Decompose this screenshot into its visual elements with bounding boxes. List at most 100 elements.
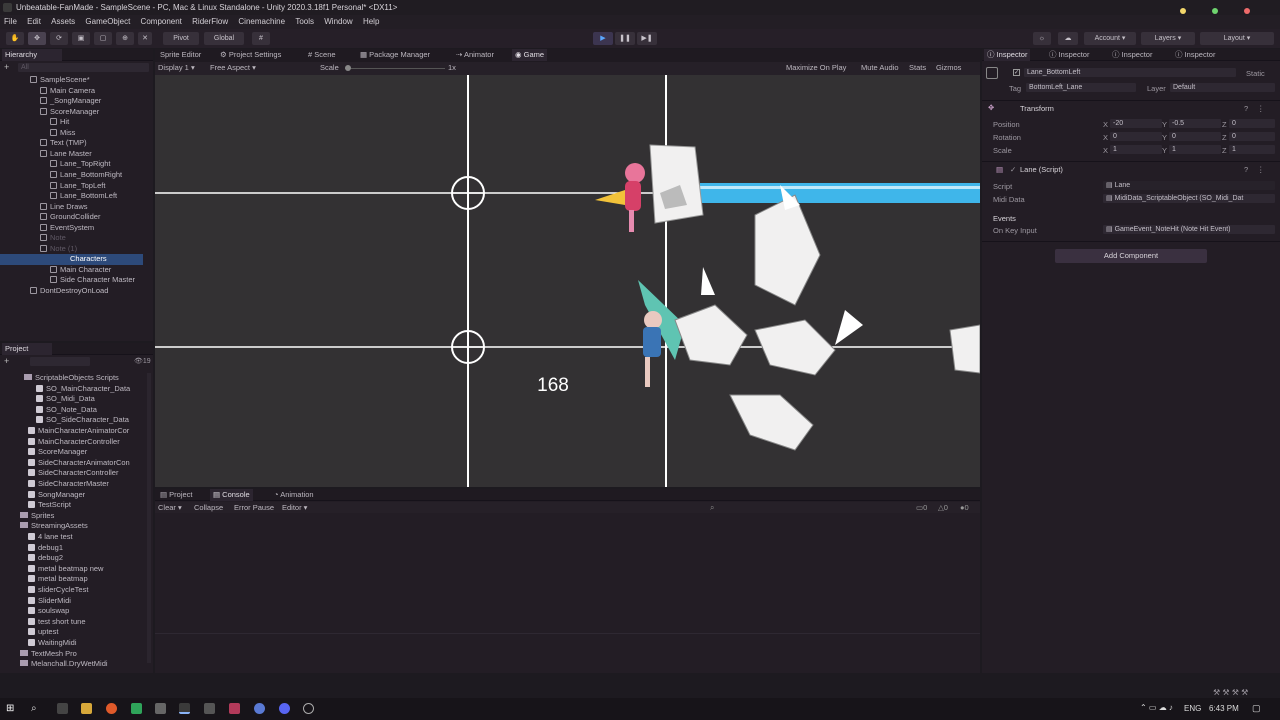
create-asset-icon[interactable]: +: [4, 357, 9, 366]
cloud-icon[interactable]: ☁: [1058, 32, 1078, 45]
project-item[interactable]: MainCharacterController: [28, 437, 120, 448]
unity-hub-icon[interactable]: [155, 703, 166, 714]
project-search-input[interactable]: [30, 357, 90, 366]
pause-button[interactable]: ❚❚: [615, 32, 635, 45]
maximize-on-play-toggle[interactable]: Maximize On Play: [783, 62, 849, 74]
project-item[interactable]: SO_Note_Data: [36, 405, 97, 416]
layer-dropdown[interactable]: Default: [1170, 83, 1275, 92]
maximize-button[interactable]: [1211, 8, 1218, 14]
hierarchy-item[interactable]: Lane_TopLeft: [50, 181, 105, 192]
hierarchy-item[interactable]: Line Draws: [40, 202, 88, 213]
scale-tool-icon[interactable]: ▣: [72, 32, 90, 45]
menu-help[interactable]: Help: [363, 15, 379, 29]
rotate-tool-icon[interactable]: ⟳: [50, 32, 68, 45]
console-error-pause-toggle[interactable]: Error Pause: [231, 502, 277, 514]
transform-header[interactable]: ✥ Transform ? ⋮: [982, 102, 1280, 115]
clock[interactable]: 6:43 PM: [1209, 704, 1239, 713]
tray-icons[interactable]: ⌃ ▭ ☁ ♪: [1140, 703, 1173, 712]
hierarchy-item[interactable]: ScoreManager: [40, 107, 99, 118]
status-icons[interactable]: ⚒ ⚒ ⚒ ⚒: [1213, 688, 1248, 697]
console-log-count[interactable]: ▭0: [913, 502, 930, 514]
project-item[interactable]: metal beatmap: [28, 574, 88, 585]
project-item[interactable]: sliderCycleTest: [28, 585, 88, 596]
project-item[interactable]: SO_SideCharacter_Data: [36, 415, 129, 426]
obs-icon[interactable]: [303, 703, 314, 714]
scale-y-input[interactable]: 1: [1169, 145, 1221, 154]
position-y-input[interactable]: -0.5: [1169, 119, 1221, 128]
position-z-input[interactable]: 0: [1229, 119, 1275, 128]
project-item[interactable]: Melanchall.DryWetMidi: [20, 659, 108, 670]
tab-animation[interactable]: ◔ Animation: [271, 489, 317, 501]
project-item[interactable]: SO_MainCharacter_Data: [36, 384, 130, 395]
tab-scene[interactable]: # Scene: [305, 49, 339, 61]
project-item[interactable]: TestScript: [28, 500, 71, 511]
hierarchy-item[interactable]: EventSystem: [40, 223, 94, 234]
tab-project-settings[interactable]: ⚙ Project Settings: [217, 49, 284, 61]
hierarchy-item[interactable]: DontDestroyOnLoad: [30, 286, 108, 297]
position-x-input[interactable]: -20: [1110, 119, 1162, 128]
tab-hierarchy[interactable]: Hierarchy: [2, 49, 62, 61]
hierarchy-item[interactable]: Lane_BottomRight: [50, 170, 122, 181]
tab-inspector-2[interactable]: ⓘ Inspector: [1046, 49, 1092, 61]
project-item[interactable]: ScriptableObjects Scripts: [24, 373, 119, 384]
midi-data-field[interactable]: ▤ MidiData_ScriptableObject (SO_Midi_Dat: [1103, 194, 1275, 203]
rect-tool-icon[interactable]: ▢: [94, 32, 112, 45]
console-search-icon[interactable]: ⌕: [710, 503, 714, 513]
gizmos-dropdown[interactable]: Gizmos: [933, 62, 964, 74]
mute-audio-toggle[interactable]: Mute Audio: [858, 62, 902, 74]
project-item[interactable]: WaitingMidi: [28, 638, 76, 649]
tab-console[interactable]: ▤ Console: [210, 489, 253, 501]
project-item[interactable]: metal beatmap new: [28, 564, 103, 575]
hierarchy-item[interactable]: Characters: [0, 254, 143, 265]
project-item[interactable]: SliderMidi: [28, 596, 71, 607]
hand-tool-icon[interactable]: ✋: [6, 32, 24, 45]
project-item[interactable]: SongManager: [28, 490, 85, 501]
layout-dropdown[interactable]: Layout ▾: [1200, 32, 1274, 45]
tab-project[interactable]: Project: [2, 343, 52, 355]
hierarchy-item[interactable]: Lane_BottomLeft: [50, 191, 117, 202]
project-item[interactable]: MainCharacterAnimatorCor: [28, 426, 129, 437]
lane-script-header[interactable]: ▤ ✓ Lane (Script) ? ⋮: [982, 163, 1280, 176]
hierarchy-search-input[interactable]: All: [18, 63, 149, 72]
grid-snap-icon[interactable]: #: [252, 32, 270, 45]
hierarchy-item[interactable]: Side Character Master: [50, 275, 135, 286]
menu-tools[interactable]: Tools: [295, 15, 314, 29]
console-error-count[interactable]: ●0: [957, 502, 972, 514]
project-item[interactable]: StreamingAssets: [20, 521, 88, 532]
scale-slider[interactable]: [345, 68, 445, 69]
console-editor-dropdown[interactable]: Editor ▾: [279, 502, 310, 514]
menu-file[interactable]: File: [4, 15, 17, 29]
custom-tool-icon[interactable]: ✕: [138, 32, 152, 45]
aspect-dropdown[interactable]: Free Aspect ▾: [207, 62, 259, 74]
rotation-y-input[interactable]: 0: [1169, 132, 1221, 141]
project-item[interactable]: SideCharacterAnimatorCon: [28, 458, 130, 469]
app-icon-2[interactable]: [131, 703, 142, 714]
step-button[interactable]: ▶❚: [637, 32, 657, 45]
project-item[interactable]: SideCharacterMaster: [28, 479, 109, 490]
rotation-z-input[interactable]: 0: [1229, 132, 1275, 141]
add-object-icon[interactable]: +: [4, 63, 12, 72]
file-explorer-icon[interactable]: [81, 703, 92, 714]
console-collapse-toggle[interactable]: Collapse: [191, 502, 226, 514]
windows-start-icon[interactable]: ⊞: [6, 703, 17, 714]
hierarchy-item[interactable]: Lane_TopRight: [50, 159, 110, 170]
project-item[interactable]: TextMesh Pro: [20, 649, 77, 660]
tab-inspector-3[interactable]: ⓘ Inspector: [1109, 49, 1155, 61]
project-item[interactable]: Sprites: [20, 511, 54, 522]
project-item[interactable]: SideCharacterController: [28, 468, 118, 479]
menu-gameobject[interactable]: GameObject: [85, 15, 130, 29]
hierarchy-item[interactable]: SampleScene*: [30, 75, 90, 86]
project-item[interactable]: uptest: [28, 627, 58, 638]
collab-icon[interactable]: ☼: [1033, 32, 1051, 45]
stats-toggle[interactable]: Stats: [906, 62, 929, 74]
console-warning-count[interactable]: △0: [935, 502, 951, 514]
active-checkbox[interactable]: ✓: [1013, 69, 1020, 76]
menu-component[interactable]: Component: [141, 15, 182, 29]
close-button[interactable]: [1244, 8, 1250, 14]
menu-cinemachine[interactable]: Cinemachine: [238, 15, 285, 29]
pivot-toggle[interactable]: Pivot: [163, 32, 199, 45]
tab-sprite-editor[interactable]: Sprite Editor: [157, 49, 204, 61]
project-item[interactable]: ScoreManager: [28, 447, 87, 458]
layers-dropdown[interactable]: Layers ▾: [1141, 32, 1195, 45]
menu-edit[interactable]: Edit: [27, 15, 41, 29]
